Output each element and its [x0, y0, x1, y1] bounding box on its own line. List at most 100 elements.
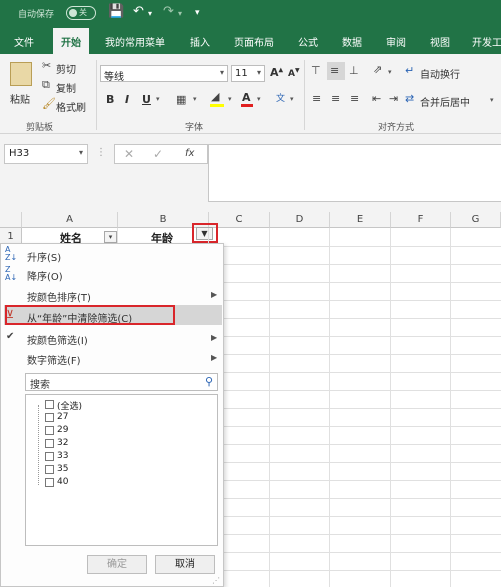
number-filter-item[interactable]: 数字筛选(F) — [27, 352, 81, 367]
column-header-d[interactable]: D — [270, 212, 330, 228]
increase-font-icon[interactable]: A▲ — [270, 66, 283, 79]
formula-input[interactable] — [208, 144, 501, 202]
align-bottom-icon[interactable]: ⊥ — [349, 64, 359, 77]
cancel-button[interactable]: 取消 — [155, 555, 215, 574]
orientation-icon[interactable]: ⇗ — [373, 63, 382, 76]
font-size-box[interactable]: 11 ▾ — [231, 65, 265, 82]
copy-icon[interactable]: ⧉ — [42, 78, 50, 92]
tab-home[interactable]: 开始 — [53, 28, 89, 54]
format-painter-icon[interactable]: 🖌 — [42, 97, 56, 110]
decrease-indent-icon[interactable]: ⇤ — [372, 92, 381, 105]
customize-qat-icon[interactable]: ▾ — [195, 8, 200, 18]
select-all-corner[interactable] — [0, 212, 22, 228]
orientation-dropdown-icon[interactable]: ▾ — [388, 68, 392, 76]
tab-data[interactable]: 数据 — [342, 34, 362, 49]
merge-center-button[interactable]: 合并后居中 — [420, 94, 470, 109]
column-header-g[interactable]: G — [451, 212, 501, 228]
value-label: 35 — [57, 464, 69, 474]
align-middle-icon: ≡ — [330, 64, 340, 77]
undo-icon[interactable]: ↶ — [133, 4, 144, 19]
column-header-c[interactable]: C — [209, 212, 270, 228]
align-right-icon[interactable]: ≡ — [350, 92, 359, 105]
tab-review[interactable]: 审阅 — [386, 34, 406, 49]
value-label: 27 — [57, 412, 69, 422]
font-name-box[interactable]: 等线 ▾ — [100, 65, 228, 83]
resize-grip-icon[interactable]: ⋰ — [212, 576, 220, 585]
italic-icon[interactable]: I — [125, 93, 129, 106]
select-all-label: (全选) — [57, 402, 83, 412]
tab-my-menu[interactable]: 我的常用菜单 — [105, 34, 165, 49]
merge-center-icon[interactable]: ⇄ — [405, 92, 414, 105]
value-checkbox[interactable] — [45, 452, 54, 461]
increase-indent-icon[interactable]: ⇥ — [389, 92, 398, 105]
format-painter-button[interactable]: 格式刷 — [56, 99, 86, 114]
redo-icon[interactable]: ↷ — [163, 4, 174, 19]
font-name-value: 等线 — [104, 72, 124, 83]
cancel-icon[interactable]: ✕ — [124, 147, 134, 161]
submenu-arrow-icon: ▶ — [211, 353, 218, 362]
tab-file[interactable]: 文件 — [14, 34, 34, 49]
fill-color-icon[interactable]: ◢ — [211, 90, 219, 103]
sort-descending-icon: Z A↓ — [5, 265, 18, 282]
sort-ascending-item[interactable]: 升序(S) — [27, 249, 61, 264]
tab-page-layout[interactable]: 页面布局 — [234, 34, 274, 49]
save-icon[interactable]: 💾 — [108, 4, 124, 19]
ribbon-separator — [304, 60, 305, 130]
underline-dropdown-icon[interactable]: ▾ — [156, 95, 160, 103]
filter-applied-icon[interactable]: ▼ — [196, 227, 213, 240]
merge-dropdown-icon[interactable]: ▾ — [490, 96, 494, 104]
sort-descending-item[interactable]: 降序(O) — [27, 268, 63, 283]
font-color-dropdown-icon[interactable]: ▾ — [257, 95, 261, 103]
tab-insert[interactable]: 插入 — [190, 34, 210, 49]
value-checkbox[interactable] — [45, 465, 54, 474]
submenu-arrow-icon: ▶ — [211, 333, 218, 342]
phonetic-icon[interactable]: 文 — [276, 91, 285, 104]
name-box[interactable]: H33 ▾ — [4, 144, 88, 164]
tab-developer[interactable]: 开发工 — [472, 34, 501, 49]
font-color-icon[interactable]: A — [242, 91, 251, 104]
align-left-icon[interactable]: ≡ — [312, 92, 321, 105]
border-dropdown-icon[interactable]: ▾ — [193, 95, 197, 103]
value-checkbox[interactable] — [45, 478, 54, 487]
paste-icon[interactable] — [10, 62, 32, 86]
select-all-checkbox[interactable] — [45, 400, 54, 409]
font-group-title: 字体 — [185, 123, 204, 133]
sort-by-color-item[interactable]: 按颜色排序(T) — [27, 289, 91, 304]
wrap-text-icon[interactable]: ↵ — [405, 64, 414, 77]
undo-dropdown-icon[interactable]: ▾ — [148, 9, 152, 18]
underline-icon[interactable]: U — [142, 93, 151, 106]
cut-icon[interactable]: ✂ — [42, 59, 51, 72]
value-checkbox[interactable] — [45, 413, 54, 422]
filter-button-a[interactable]: ▾ — [104, 231, 117, 243]
fill-dropdown-icon[interactable]: ▾ — [228, 95, 232, 103]
phonetic-dropdown-icon[interactable]: ▾ — [290, 95, 294, 103]
fill-color-swatch — [210, 104, 224, 107]
value-checkbox[interactable] — [45, 426, 54, 435]
decrease-font-icon[interactable]: A▼ — [288, 67, 300, 79]
autosave-toggle[interactable]: 关 — [66, 6, 96, 20]
redo-dropdown-icon[interactable]: ▾ — [178, 9, 182, 18]
column-header-e[interactable]: E — [330, 212, 391, 228]
insert-function-icon[interactable]: fx — [185, 148, 194, 159]
copy-button[interactable]: 复制 — [56, 80, 76, 95]
ok-button[interactable]: 确定 — [87, 555, 147, 574]
column-header-a[interactable]: A — [22, 212, 118, 228]
paste-button[interactable]: 粘贴 — [10, 91, 30, 106]
border-icon[interactable]: ▦ — [176, 93, 186, 106]
ribbon-separator — [96, 60, 97, 130]
align-center-icon[interactable]: ≡ — [331, 92, 340, 105]
enter-icon[interactable]: ✓ — [153, 147, 163, 161]
tab-view[interactable]: 视图 — [430, 34, 450, 49]
filter-by-color-item[interactable]: 按颜色筛选(I) — [27, 332, 88, 347]
filter-search-input[interactable]: 搜索 ⚲ — [25, 373, 218, 391]
align-top-icon[interactable]: ⊤ — [311, 64, 321, 77]
tab-formulas[interactable]: 公式 — [298, 34, 318, 49]
cut-button[interactable]: 剪切 — [56, 61, 76, 76]
value-label: 40 — [57, 477, 69, 487]
wrap-text-button[interactable]: 自动换行 — [420, 66, 460, 81]
font-size-value: 11 — [235, 68, 248, 79]
column-header-f[interactable]: F — [391, 212, 451, 228]
value-checkbox[interactable] — [45, 439, 54, 448]
sort-ascending-icon: A Z↓ — [5, 245, 18, 262]
bold-icon[interactable]: B — [106, 93, 114, 106]
